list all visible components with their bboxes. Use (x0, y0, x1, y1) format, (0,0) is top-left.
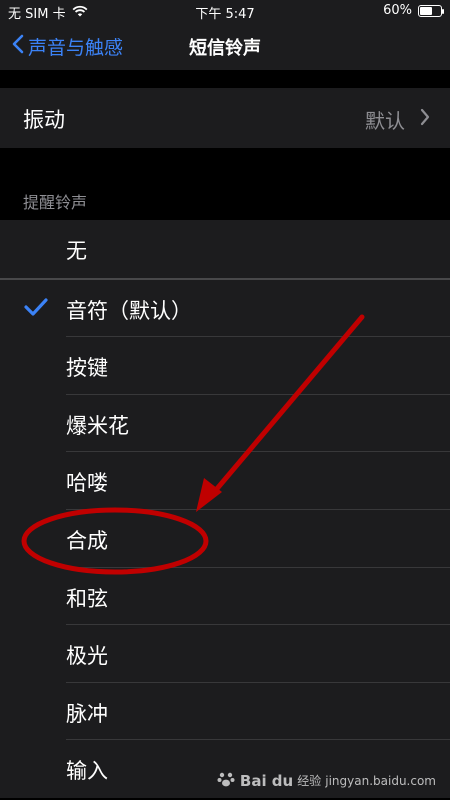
chevron-right-icon (420, 108, 430, 130)
list-item[interactable]: 爆米花 (0, 394, 450, 453)
vibration-row[interactable]: 振动 默认 (0, 88, 450, 148)
battery-percent: 60% (383, 3, 412, 18)
vibration-label: 振动 (23, 108, 65, 132)
list-item-label: 按键 (66, 356, 108, 381)
list-item[interactable]: 和弦 (0, 567, 450, 626)
spacer (0, 70, 450, 88)
ringtone-list: 无 音符（默认） 按键爆米花哈喽合成和弦极光脉冲输入 (0, 220, 450, 798)
list-item[interactable]: 按键 (0, 337, 450, 395)
watermark-url: jingyan.baidu.com (325, 773, 436, 788)
list-item[interactable]: 极光 (0, 625, 450, 683)
list-item-label: 和弦 (66, 586, 108, 611)
list-item[interactable]: 合成 (0, 509, 450, 568)
status-right: 60% (383, 3, 444, 18)
section-header: 提醒铃声 (0, 148, 450, 220)
list-item-none[interactable]: 无 (0, 220, 450, 278)
list-item-label: 合成 (66, 528, 108, 553)
list-item[interactable]: 脉冲 (0, 682, 450, 741)
list-item-label: 哈喽 (66, 471, 108, 496)
status-bar: 无 SIM 卡 下午 5:47 60% (0, 0, 450, 22)
nav-bar: 声音与触感 短信铃声 (0, 22, 450, 70)
list-item[interactable]: 哈喽 (0, 452, 450, 510)
watermark-brand: Bai du (239, 771, 294, 790)
page-title: 短信铃声 (189, 38, 261, 59)
list-item-label: 脉冲 (66, 701, 108, 726)
paw-icon (216, 769, 236, 792)
list-item-label: 无 (66, 239, 87, 263)
list-item-label: 爆米花 (66, 413, 129, 438)
watermark: Bai du 经验 jingyan.baidu.com (216, 769, 436, 792)
battery-icon (418, 4, 444, 17)
section-header-text: 提醒铃声 (23, 193, 88, 212)
list-item-label: 音符（默认） (66, 298, 192, 323)
checkmark-icon (24, 297, 48, 321)
list-item-label: 输入 (66, 759, 108, 784)
ringtone-items: 音符（默认） 按键爆米花哈喽合成和弦极光脉冲输入 (0, 279, 450, 798)
vibration-value: 默认 (365, 109, 405, 133)
watermark-suffix: 经验 (297, 774, 322, 788)
list-item[interactable]: 音符（默认） (0, 279, 450, 338)
list-item-label: 极光 (66, 644, 108, 669)
